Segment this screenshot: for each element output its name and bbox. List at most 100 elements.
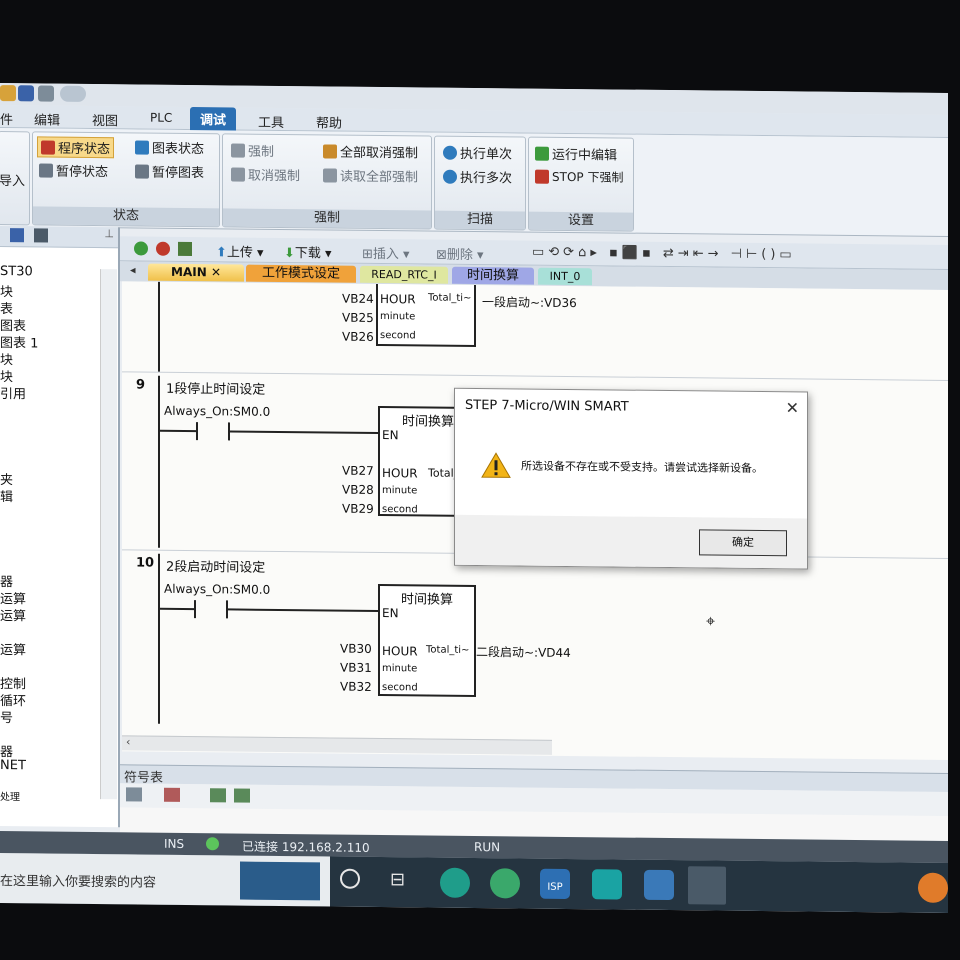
qat-dropdown-icon[interactable] — [60, 85, 86, 102]
isp-app-icon[interactable]: ISP — [540, 868, 570, 900]
dialog-close-button[interactable]: ✕ — [786, 398, 799, 417]
pin-icon[interactable]: ⊥ — [104, 227, 114, 240]
ribbon: 导入 程序状态 暂停状态 图表状态 暂停图表 状态 强制 取消强制 全部取消强制… — [0, 128, 948, 237]
tree-item[interactable]: 运算 — [0, 639, 26, 658]
tree-item[interactable]: 运算 — [0, 605, 26, 624]
read-all-forced-button[interactable]: 读取全部强制 — [323, 165, 418, 185]
upload-button[interactable]: ⬆上传 ▾ — [216, 241, 264, 260]
open-icon[interactable] — [0, 85, 16, 102]
taskbar-search[interactable]: 在这里输入你要搜索的内容 — [0, 853, 330, 907]
ribbon-group-status: 程序状态 暂停状态 图表状态 暂停图表 状态 — [32, 131, 220, 228]
dialog-footer: 确定 — [455, 514, 807, 569]
toolbar-icons[interactable]: ▭⟲⟳⌂▸ ▪⬛▪ ⇄⇥⇤→ ⊣⊢()▭ — [532, 245, 796, 263]
tab-view[interactable]: 视图 — [92, 110, 118, 129]
pause-chart-button[interactable]: 暂停图表 — [135, 161, 204, 181]
input-var: VB32 — [340, 679, 372, 694]
scan-group-title: 扫描 — [435, 210, 525, 230]
input-var: VB27 — [342, 463, 374, 478]
en-pin: EN — [382, 428, 399, 443]
network-title[interactable]: 2段启动时间设定 — [166, 556, 265, 576]
tab-file[interactable]: 件 — [0, 109, 13, 128]
delete-button[interactable]: ⊠删除 ▾ — [436, 244, 484, 263]
insert-icon: ⊞ — [362, 246, 373, 262]
tree-item[interactable]: 引用 — [0, 383, 26, 402]
tab-scroll-left-icon[interactable]: ◂ — [130, 263, 136, 276]
unforce-all-button[interactable]: 全部取消强制 — [323, 141, 418, 161]
contact[interactable] — [194, 600, 196, 619]
stop-icon[interactable] — [156, 241, 170, 256]
tray-app-icon[interactable] — [918, 872, 948, 903]
insert-button[interactable]: ⊞插入 ▾ — [362, 243, 410, 262]
tab-time-convert[interactable]: 时间换算 — [452, 266, 534, 285]
multi-scan-button[interactable]: 执行多次 — [443, 167, 512, 186]
status-group-title: 状态 — [33, 206, 219, 227]
dialog-message: 所选设备不存在或不受支持。请尝试选择新设备。 — [521, 459, 763, 476]
edge-browser-icon[interactable] — [440, 867, 470, 898]
wire — [160, 429, 196, 433]
chart-status-button[interactable]: 图表状态 — [135, 137, 204, 157]
run-edit-icon — [535, 146, 549, 161]
single-scan-icon — [443, 145, 457, 160]
scroll-left-icon[interactable]: ‹ — [126, 735, 130, 748]
chart-status-icon — [135, 139, 149, 155]
tab-tools[interactable]: 工具 — [258, 112, 284, 131]
output-pin-label: Total_ti~ — [428, 292, 472, 304]
tree-item[interactable]: ST30 — [0, 264, 33, 279]
time-convert-block[interactable]: 时间换算 EN HOUR minute second Total_ti~ — [378, 583, 476, 698]
app-icon[interactable] — [644, 869, 674, 901]
table-add-icon[interactable] — [210, 788, 226, 803]
search-input[interactable]: 在这里输入你要搜索的内容 — [0, 870, 156, 891]
multi-scan-icon — [443, 169, 457, 184]
app-icon[interactable] — [592, 869, 622, 900]
table-new-icon[interactable] — [126, 787, 142, 802]
tab-plc[interactable]: PLC — [150, 111, 172, 125]
ribbon-group-clipped: 导入 — [0, 131, 30, 226]
tree-item[interactable]: 处理 — [0, 788, 20, 803]
tab-read-rtc[interactable]: READ_RTC_I — [360, 265, 448, 284]
start-circle-icon[interactable] — [340, 868, 360, 889]
save-icon[interactable] — [18, 85, 34, 102]
tree-layout-icon[interactable] — [34, 228, 48, 243]
tab-help[interactable]: 帮助 — [316, 112, 342, 131]
stop-force-button[interactable]: STOP 下强制 — [535, 168, 623, 186]
ribbon-group-settings: 运行中编辑 STOP 下强制 设置 — [528, 136, 634, 232]
table-apply-icon[interactable] — [234, 788, 250, 803]
app-icon[interactable] — [490, 868, 520, 899]
program-status-button[interactable]: 程序状态 — [37, 136, 115, 159]
print-icon[interactable] — [38, 85, 54, 102]
pause-status-button[interactable]: 暂停状态 — [39, 160, 108, 180]
import-button[interactable]: 导入 — [0, 170, 25, 189]
table-delete-icon[interactable] — [164, 787, 180, 802]
force-button[interactable]: 强制 — [231, 140, 274, 160]
tree-view-icon[interactable] — [10, 228, 24, 243]
tree-item[interactable]: 号 — [0, 707, 13, 726]
tab-int0[interactable]: INT_0 — [538, 267, 592, 286]
tab-debug[interactable]: 调试 — [190, 107, 237, 132]
tab-main[interactable]: MAIN ✕ — [148, 263, 244, 282]
lock-icon — [231, 142, 245, 158]
download-button[interactable]: ⬇下载 ▾ — [284, 242, 332, 261]
stop-force-icon — [535, 169, 549, 184]
network-title[interactable]: 1段停止时间设定 — [166, 378, 265, 398]
active-app-icon[interactable] — [688, 866, 726, 905]
pin-label: second — [380, 330, 416, 342]
run-edit-button[interactable]: 运行中编辑 — [535, 144, 617, 163]
single-scan-button[interactable]: 执行单次 — [443, 143, 512, 162]
tab-edit[interactable]: 编辑 — [34, 109, 60, 128]
input-var: VB28 — [342, 482, 374, 497]
tree-scrollbar[interactable] — [100, 269, 117, 800]
unforce-button[interactable]: 取消强制 — [231, 164, 300, 184]
ok-button[interactable]: 确定 — [699, 529, 787, 557]
pin-label: HOUR — [380, 292, 416, 307]
tab-work-mode[interactable]: 工作模式设定 — [246, 264, 356, 283]
tree-item[interactable]: 辑 — [0, 486, 13, 505]
tab-close-icon[interactable]: ✕ — [211, 265, 221, 279]
connection-status-icon — [206, 837, 219, 851]
task-view-icon[interactable]: ⊟ — [390, 869, 405, 890]
contact[interactable] — [196, 422, 198, 441]
run-icon[interactable] — [134, 241, 148, 256]
tree-item[interactable]: NET — [0, 758, 26, 773]
delete-icon: ⊠ — [436, 247, 447, 263]
compile-icon[interactable] — [178, 241, 192, 257]
block-title: 时间换算 — [400, 592, 453, 608]
